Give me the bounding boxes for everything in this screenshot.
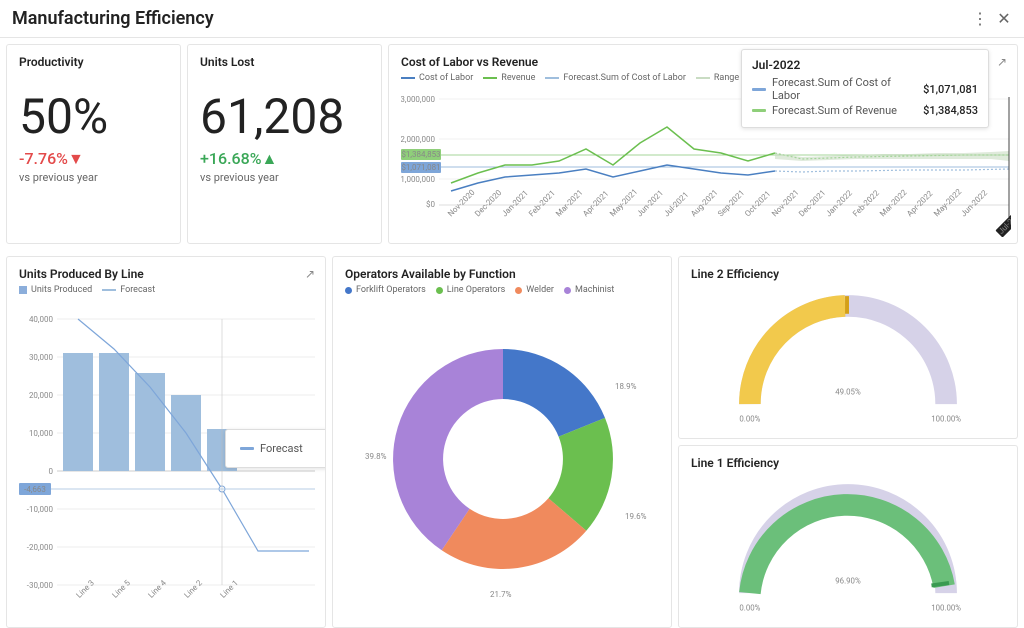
- line2-efficiency-title: Line 2 Efficiency: [691, 267, 1005, 281]
- units-lost-title: Units Lost: [200, 55, 369, 69]
- header: Manufacturing Efficiency ⋮ ✕: [0, 0, 1024, 38]
- expand-icon[interactable]: ↗: [997, 55, 1007, 69]
- svg-text:Dec-2020: Dec-2020: [473, 188, 504, 219]
- svg-text:$2,000,000: $2,000,000: [401, 135, 435, 144]
- svg-text:May-2022: May-2022: [932, 187, 964, 219]
- svg-text:96.90%: 96.90%: [835, 576, 861, 585]
- svg-text:-30,000: -30,000: [27, 581, 54, 590]
- svg-text:Line 1: Line 1: [218, 578, 240, 599]
- svg-text:Apr-2022: Apr-2022: [905, 189, 935, 219]
- expand-icon[interactable]: ↗: [305, 267, 315, 281]
- svg-text:21.7%: 21.7%: [490, 590, 512, 599]
- units-by-line-card[interactable]: ↗ Units Produced By Line Units Produced …: [6, 256, 326, 628]
- units-lost-value: 61,208: [200, 93, 369, 141]
- svg-text:$0: $0: [426, 200, 435, 209]
- svg-text:0.00%: 0.00%: [739, 415, 760, 424]
- page-title: Manufacturing Efficiency: [12, 8, 964, 29]
- units-by-line-title: Units Produced By Line: [19, 267, 313, 281]
- svg-text:20,000: 20,000: [29, 391, 54, 400]
- svg-text:100.00%: 100.00%: [931, 604, 961, 613]
- svg-text:49.05%: 49.05%: [835, 387, 861, 396]
- svg-text:Feb-2021: Feb-2021: [527, 189, 557, 219]
- svg-text:Feb-2022: Feb-2022: [851, 188, 881, 218]
- svg-text:$1,384,853: $1,384,853: [401, 150, 440, 159]
- productivity-change: -7.76%▼: [19, 149, 168, 169]
- svg-text:Oct-2021: Oct-2021: [743, 189, 772, 218]
- cost-revenue-tooltip: Jul-2022 Forecast.Sum of Cost of Labor$1…: [741, 49, 989, 128]
- more-icon[interactable]: ⋮: [972, 9, 988, 28]
- svg-text:$1,071,081: $1,071,081: [401, 163, 440, 172]
- svg-text:Jun-2021: Jun-2021: [635, 188, 665, 218]
- operators-card[interactable]: Operators Available by Function Forklift…: [332, 256, 672, 628]
- line1-efficiency-title: Line 1 Efficiency: [691, 456, 1005, 470]
- svg-text:Line 2: Line 2: [182, 578, 204, 599]
- operators-legend: Forklift Operators Line Operators Welder…: [345, 285, 659, 295]
- svg-text:10,000: 10,000: [29, 429, 54, 438]
- dashboard: Manufacturing Efficiency ⋮ ✕ Productivit…: [0, 0, 1024, 612]
- svg-text:18.9%: 18.9%: [615, 382, 637, 391]
- productivity-title: Productivity: [19, 55, 168, 69]
- svg-text:Line 5: Line 5: [110, 578, 132, 599]
- svg-text:-20,000: -20,000: [27, 543, 54, 552]
- svg-text:30,000: 30,000: [29, 353, 54, 362]
- svg-text:Dec-2021: Dec-2021: [797, 188, 827, 218]
- operators-chart: 18.9% 19.6% 21.7% 39.8%: [345, 299, 661, 599]
- units-by-line-tooltip: Forecast-4,663: [225, 429, 326, 468]
- units-lost-card[interactable]: Units Lost 61,208 +16.68%▲ vs previous y…: [187, 44, 382, 244]
- units-by-line-legend: Units Produced Forecast: [19, 285, 313, 295]
- svg-text:100.00%: 100.00%: [931, 415, 961, 424]
- svg-text:Nov-2021: Nov-2021: [770, 188, 801, 219]
- svg-text:Aug-2021: Aug-2021: [689, 188, 720, 219]
- line1-gauge: 96.90% 0.00% 100.00%: [691, 474, 1005, 614]
- operators-title: Operators Available by Function: [345, 267, 659, 281]
- svg-text:Mar-2021: Mar-2021: [554, 188, 585, 219]
- svg-text:40,000: 40,000: [29, 315, 54, 324]
- svg-text:Line 4: Line 4: [146, 578, 168, 599]
- svg-text:May-2021: May-2021: [608, 187, 639, 218]
- svg-text:Nov-2020: Nov-2020: [446, 187, 477, 218]
- svg-text:Line 3: Line 3: [74, 578, 96, 599]
- svg-text:-10,000: -10,000: [27, 505, 54, 514]
- svg-text:Jan-2021: Jan-2021: [500, 188, 530, 218]
- close-icon[interactable]: ✕: [996, 9, 1012, 28]
- svg-text:$1,000,000: $1,000,000: [401, 175, 435, 184]
- productivity-sub: vs previous year: [19, 171, 168, 184]
- line2-efficiency-card[interactable]: Line 2 Efficiency 49.05% 0.00% 100.00%: [678, 256, 1018, 439]
- svg-text:Mar-2022: Mar-2022: [878, 187, 909, 218]
- svg-text:Jun-2022: Jun-2022: [959, 188, 989, 218]
- svg-text:-4,663: -4,663: [24, 485, 46, 494]
- productivity-card[interactable]: Productivity 50% -7.76%▼ vs previous yea…: [6, 44, 181, 244]
- productivity-value: 50%: [19, 93, 168, 141]
- svg-text:$3,000,000: $3,000,000: [401, 95, 435, 104]
- svg-text:Apr-2021: Apr-2021: [581, 189, 610, 218]
- svg-text:19.6%: 19.6%: [625, 512, 647, 521]
- svg-text:Jan-2022: Jan-2022: [824, 188, 854, 218]
- units-lost-sub: vs previous year: [200, 171, 369, 184]
- units-lost-change: +16.68%▲: [200, 149, 369, 169]
- svg-text:Sep-2021: Sep-2021: [716, 188, 746, 218]
- svg-text:0.00%: 0.00%: [739, 604, 760, 613]
- line2-gauge: 49.05% 0.00% 100.00%: [691, 285, 1005, 425]
- svg-text:Jul-2021: Jul-2021: [662, 190, 690, 218]
- svg-text:0: 0: [49, 467, 54, 476]
- cost-revenue-card[interactable]: ↗ Cost of Labor vs Revenue Cost of Labor…: [388, 44, 1018, 244]
- line1-efficiency-card[interactable]: Line 1 Efficiency 96.90% 0.00% 100.00%: [678, 445, 1018, 628]
- svg-text:39.8%: 39.8%: [365, 452, 387, 461]
